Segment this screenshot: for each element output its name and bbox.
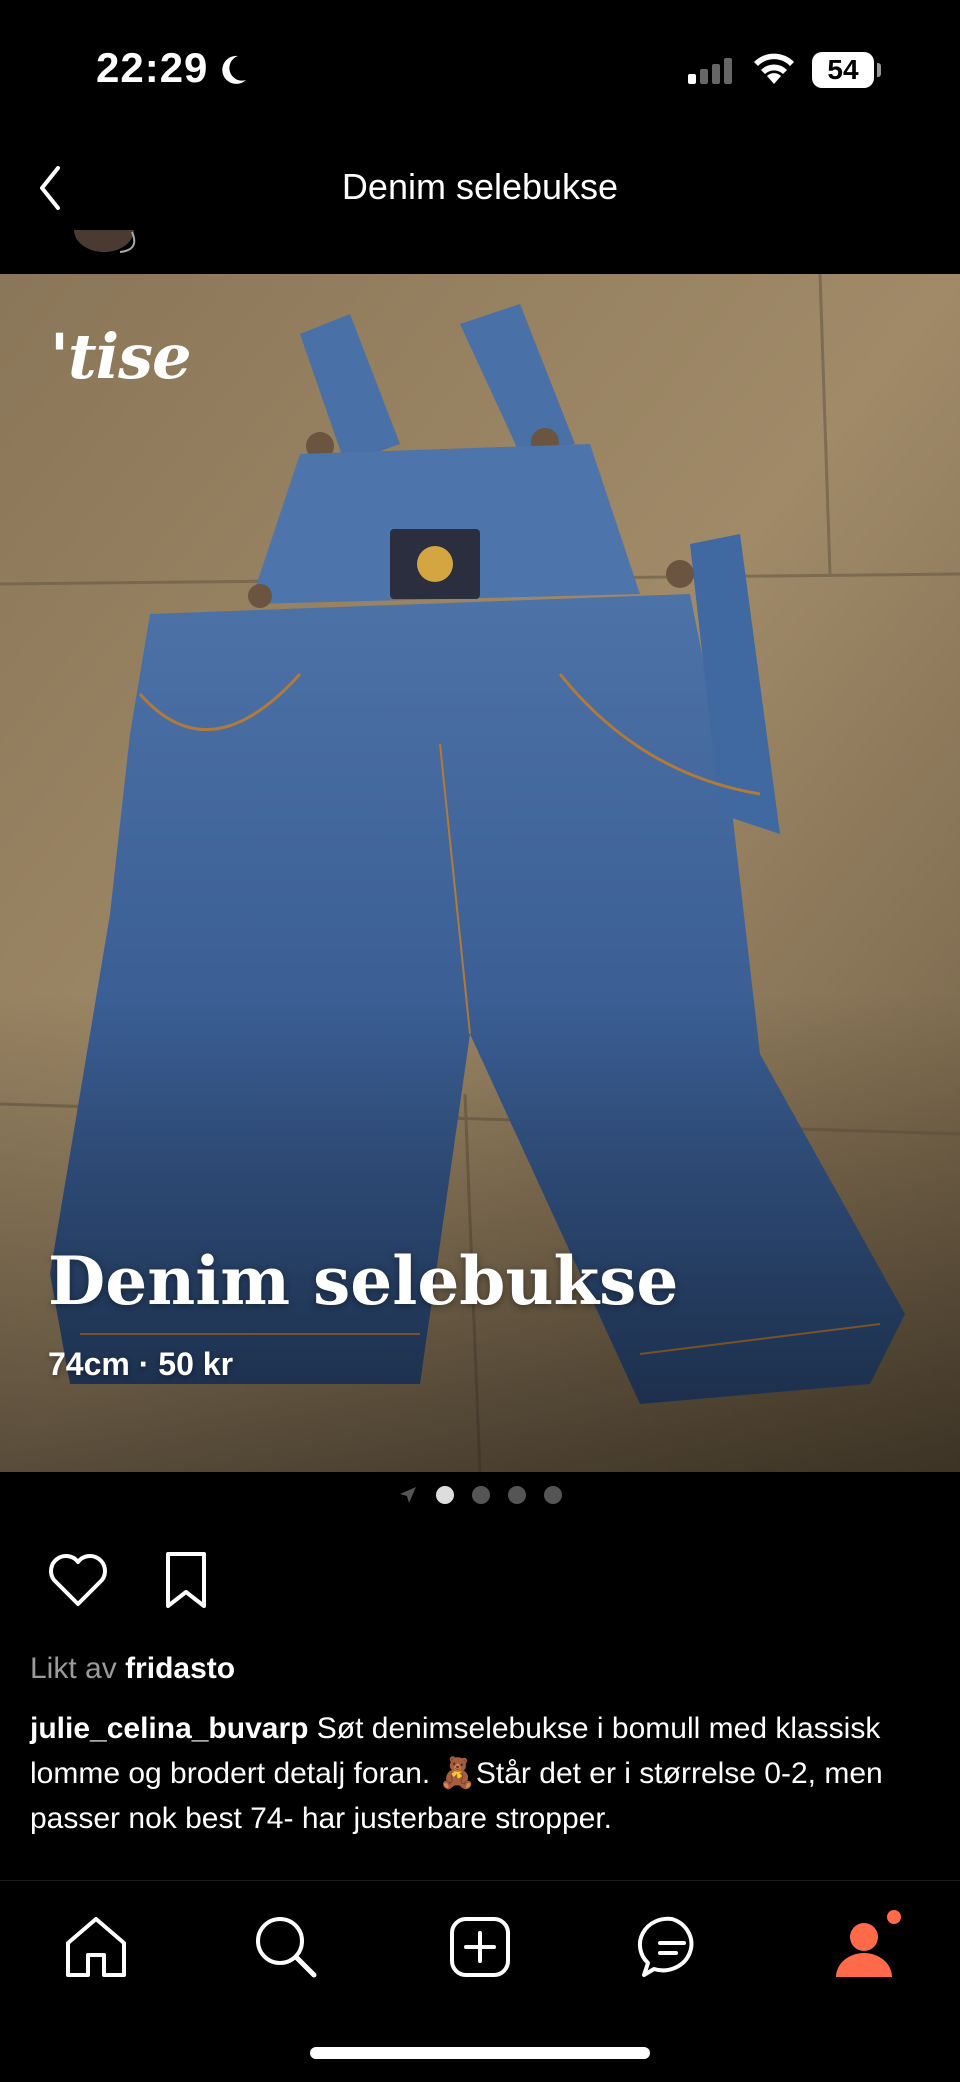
location-arrow-icon (400, 1487, 416, 1503)
carousel-dot-4[interactable] (544, 1486, 562, 1504)
moon-icon (222, 55, 246, 84)
add-icon[interactable] (440, 1907, 520, 1987)
profile-icon[interactable] (824, 1907, 904, 1987)
heart-icon[interactable] (44, 1546, 112, 1614)
page-header: Denim selebukse (0, 140, 960, 274)
caption-username[interactable]: julie_celina_buvarp (30, 1712, 308, 1745)
signal-icon (688, 58, 732, 84)
search-icon[interactable] (246, 1907, 326, 1987)
overlay-size-price: 74cm · 50 kr (48, 1346, 234, 1382)
carousel-dot-3[interactable] (508, 1486, 526, 1504)
status-bar: 22:29 54 (0, 0, 960, 140)
bookmark-icon[interactable] (152, 1546, 220, 1614)
wifi-icon (754, 53, 794, 84)
post-caption: julie_celina_buvarp Søt denimselebukse i… (30, 1706, 910, 1841)
carousel-dot-2[interactable] (472, 1486, 490, 1504)
post-actions (44, 1546, 220, 1614)
status-time: 22:29 (96, 44, 209, 91)
bottom-tab-bar (0, 1880, 960, 2082)
liked-by-user[interactable]: fridasto (125, 1652, 235, 1685)
battery-indicator: 54 (812, 52, 874, 88)
seller-avatar-peek (74, 230, 136, 253)
tise-logo: 'tise (50, 320, 192, 393)
carousel-dot-1[interactable] (436, 1486, 454, 1504)
page-title: Denim selebukse (341, 166, 619, 207)
listing-photo[interactable]: 'tise Denim selebukse 74cm · 50 kr (0, 274, 960, 1472)
liked-by-prefix: Likt av (30, 1652, 117, 1685)
carousel-indicator[interactable] (0, 1480, 960, 1510)
messages-icon[interactable] (632, 1907, 712, 1987)
battery-nub (877, 63, 881, 77)
overlay-title: Denim selebukse (48, 1242, 679, 1320)
home-icon[interactable] (56, 1907, 136, 1987)
liked-by: Likt av fridasto (30, 1652, 235, 1686)
home-indicator (310, 2047, 650, 2059)
